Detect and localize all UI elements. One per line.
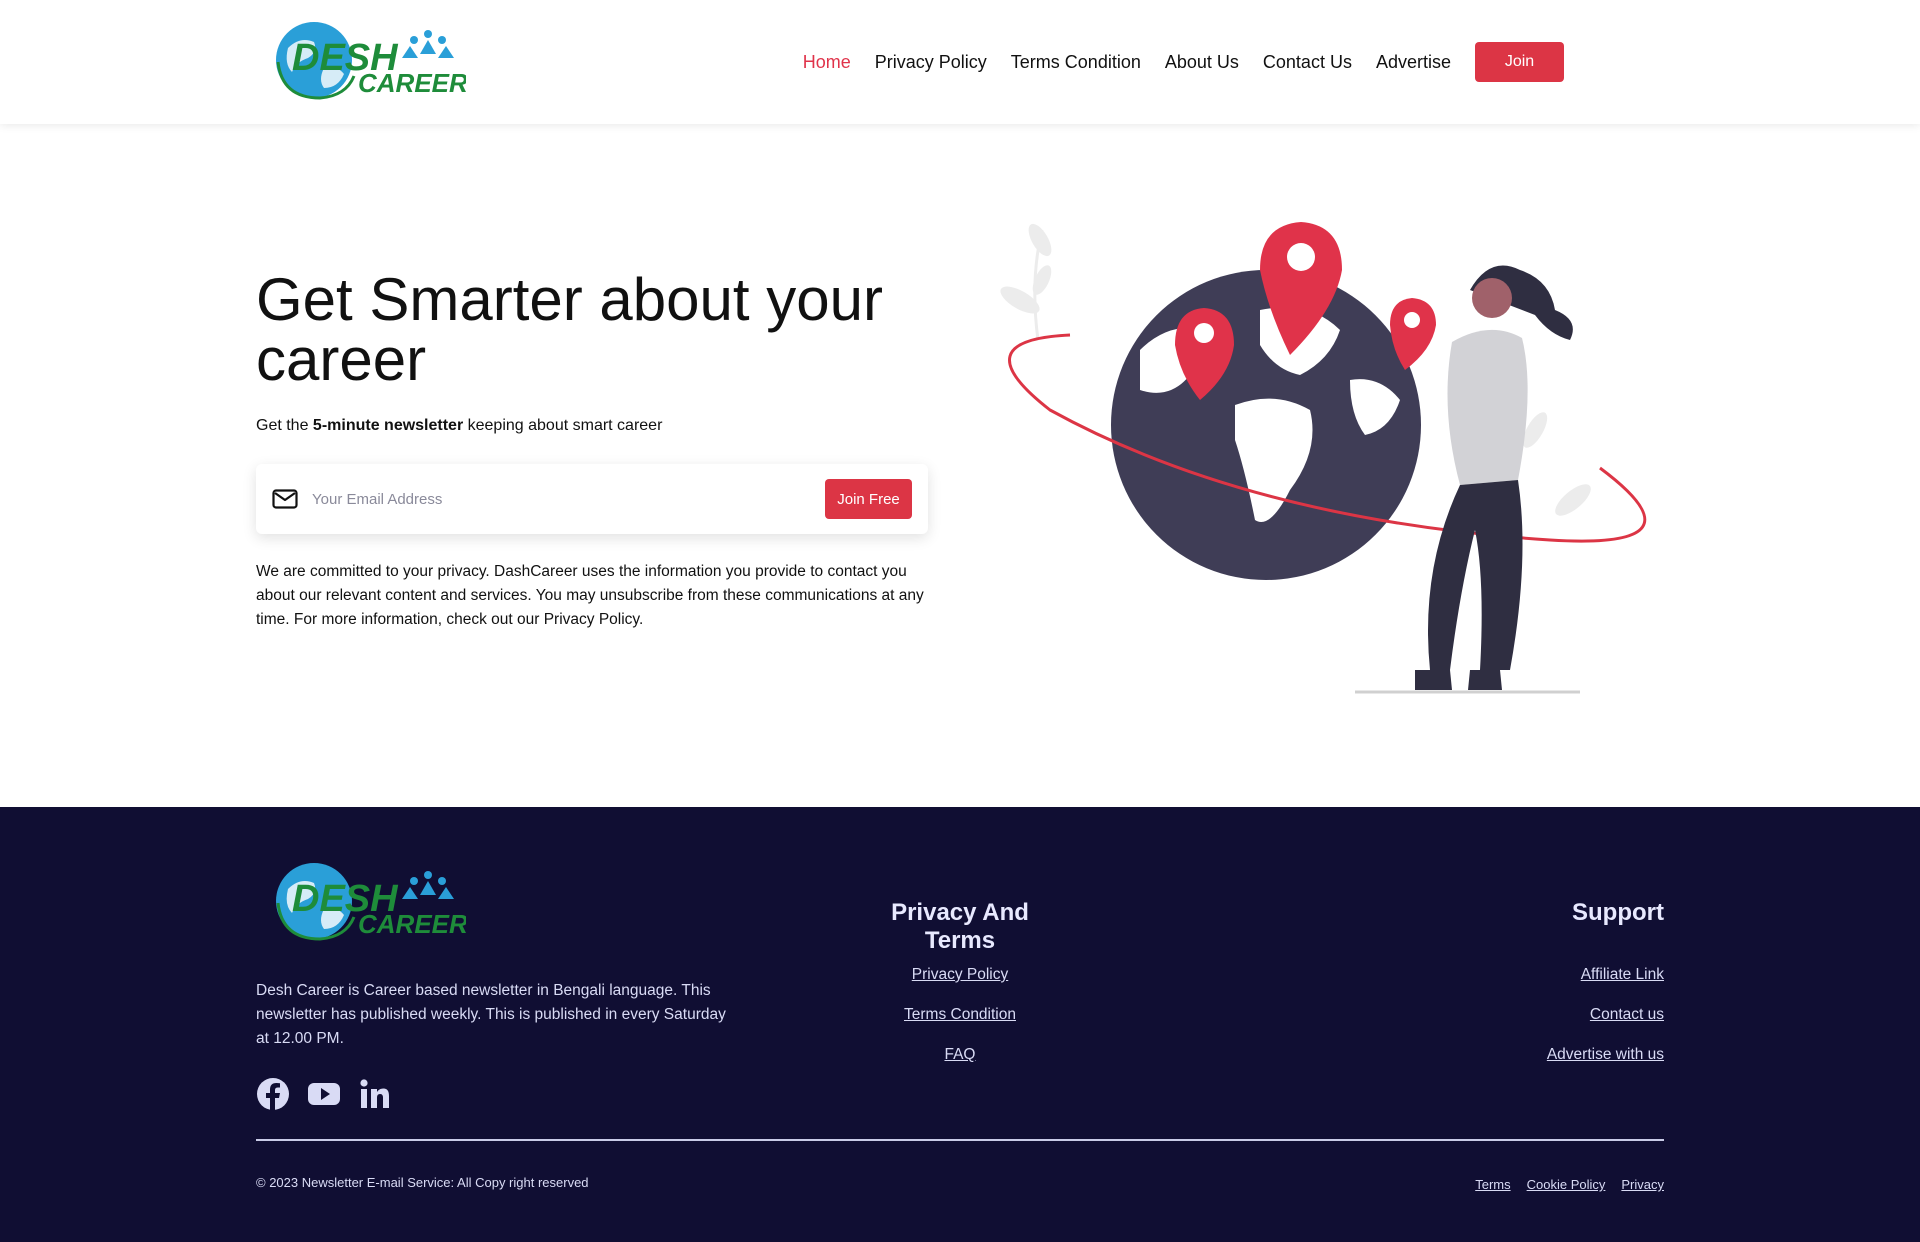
footer-link-affiliate[interactable]: Affiliate Link <box>1581 963 1664 987</box>
legal-links: Terms Cookie Policy Privacy <box>1475 1173 1664 1197</box>
legal-link-privacy[interactable]: Privacy <box>1621 1173 1664 1197</box>
hero-subtitle-bold: 5-minute newsletter <box>312 417 464 434</box>
nav-about-us[interactable]: About Us <box>1165 52 1239 73</box>
footer-link-terms-condition[interactable]: Terms Condition <box>904 1003 1016 1027</box>
hero-illustration <box>1000 222 1647 694</box>
footer-brand-logo[interactable]: DESH CAREER <box>274 859 466 945</box>
nav-terms-condition[interactable]: Terms Condition <box>1011 52 1141 73</box>
site-header: DESH CAREER Home Privacy Policy Terms Co… <box>0 0 1920 124</box>
legal-link-terms[interactable]: Terms <box>1475 1173 1510 1197</box>
footer-link-contact[interactable]: Contact us <box>1590 1003 1664 1027</box>
hero-subtitle: Get the 5-minute newsletter keeping abou… <box>256 417 663 434</box>
mail-icon <box>272 489 298 509</box>
footer-link-advertise[interactable]: Advertise with us <box>1547 1043 1664 1067</box>
nav-home[interactable]: Home <box>803 52 851 73</box>
footer-link-privacy-policy[interactable]: Privacy Policy <box>912 963 1008 987</box>
support-links: Affiliate Link Contact us Advertise with… <box>1464 963 1664 1067</box>
privacy-terms-links: Privacy Policy Terms Condition FAQ <box>860 963 1060 1067</box>
brand-logo[interactable]: DESH CAREER <box>274 18 466 104</box>
subscribe-form: Join Free <box>256 464 928 534</box>
main-nav: Home Privacy Policy Terms Condition Abou… <box>803 0 1564 124</box>
legal-link-cookie-policy[interactable]: Cookie Policy <box>1527 1173 1606 1197</box>
nav-advertise[interactable]: Advertise <box>1376 52 1451 73</box>
footer-divider <box>256 1139 1664 1141</box>
site-footer: DESH CAREER Desh Career is Career based … <box>0 807 1920 1242</box>
footer-link-faq[interactable]: FAQ <box>944 1043 975 1067</box>
svg-text:CAREER: CAREER <box>358 909 466 939</box>
nav-contact-us[interactable]: Contact Us <box>1263 52 1352 73</box>
svg-text:CAREER: CAREER <box>358 68 466 98</box>
facebook-icon[interactable] <box>256 1077 290 1111</box>
join-now-button[interactable]: Join Now <box>1475 42 1564 110</box>
privacy-note: We are committed to your privacy. DashCa… <box>256 563 924 628</box>
linkedin-icon[interactable] <box>358 1077 392 1111</box>
email-input[interactable] <box>312 482 852 516</box>
hero-title: Get Smarter about your career <box>256 266 883 393</box>
join-free-button[interactable]: Join Free <box>825 479 912 519</box>
footer-about: Desh Career is Career based newsletter i… <box>256 982 726 1047</box>
copyright: © 2023 Newsletter E-mail Service: All Co… <box>256 1175 589 1190</box>
social-links <box>256 1077 392 1111</box>
privacy-terms-heading: Privacy And Terms <box>891 899 1029 954</box>
nav-privacy-policy[interactable]: Privacy Policy <box>875 52 987 73</box>
youtube-icon[interactable] <box>306 1077 342 1111</box>
support-heading: Support <box>1572 899 1664 926</box>
